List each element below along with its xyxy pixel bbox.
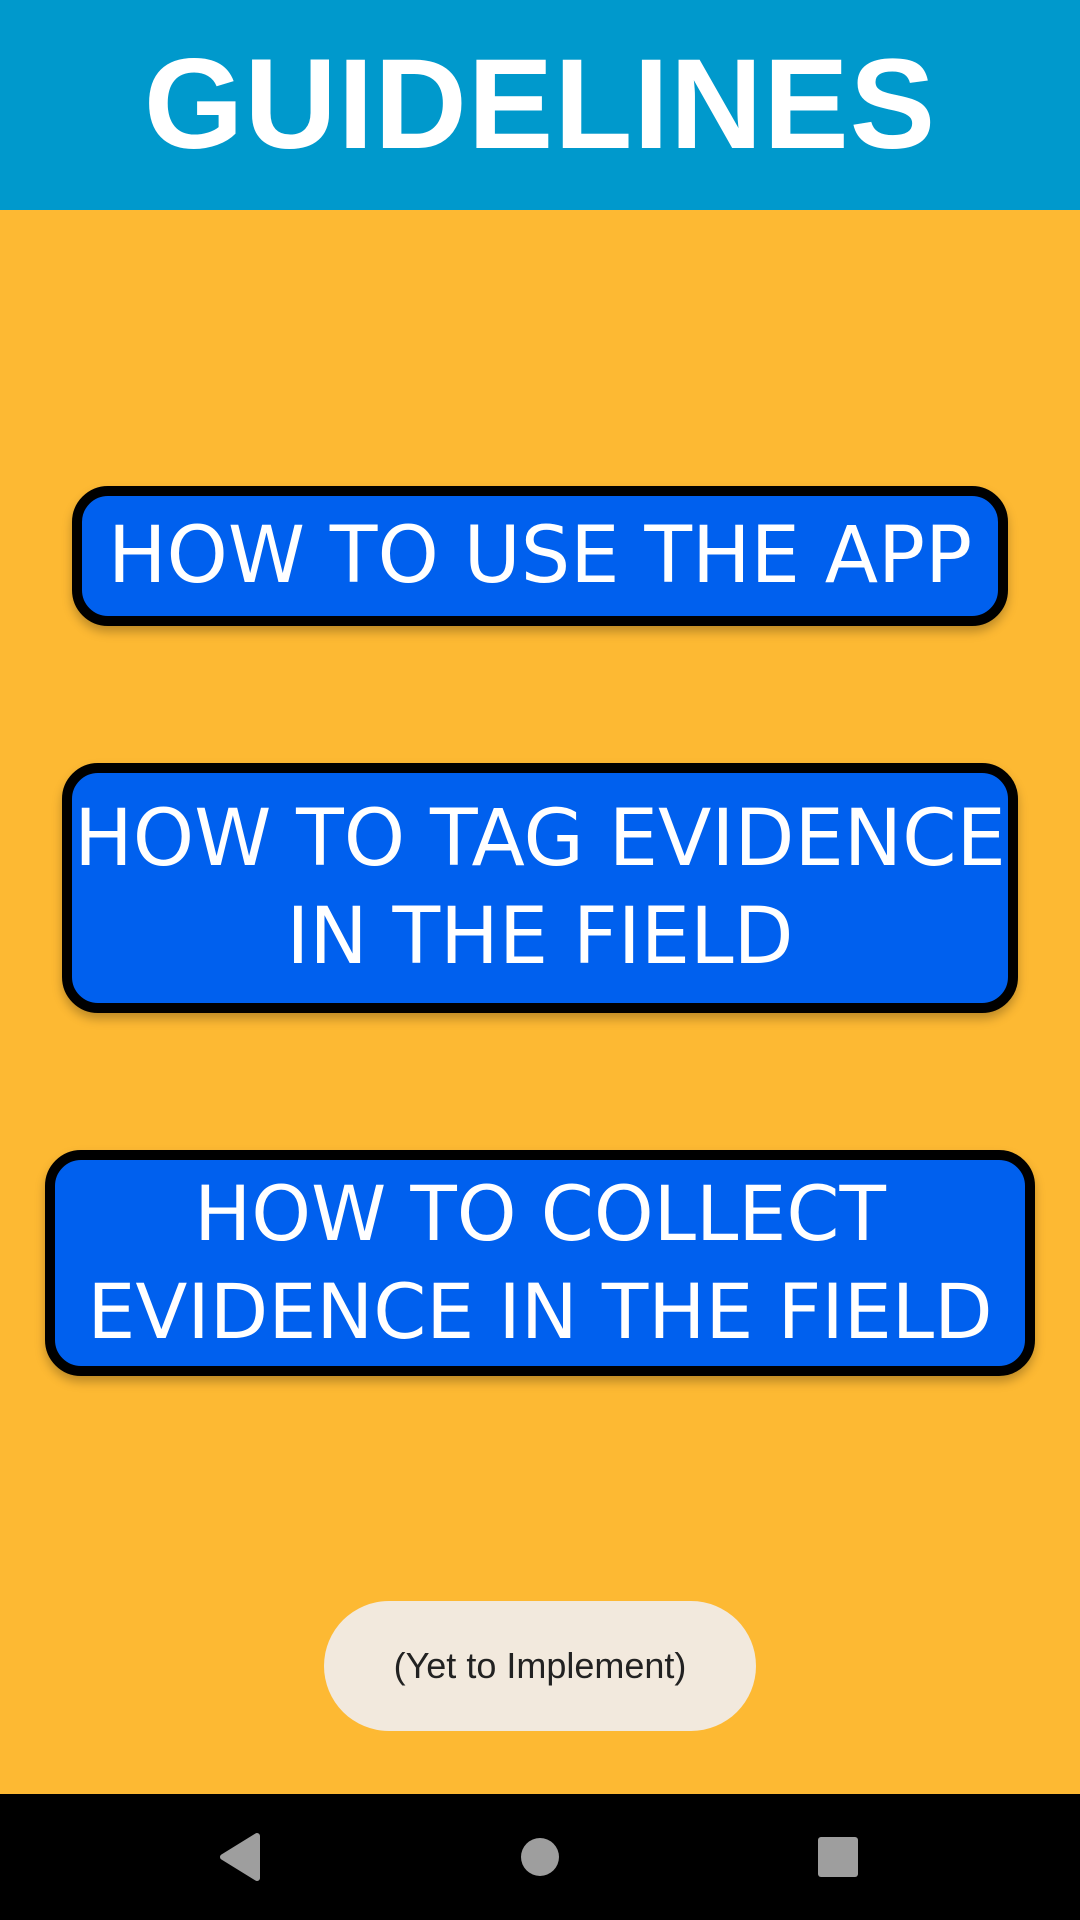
app-header: GUIDELINES <box>0 0 1080 210</box>
how-to-tag-evidence-button[interactable]: HOW TO TAG EVIDENCE IN THE FIELD <box>62 763 1018 1013</box>
recents-square-icon <box>818 1837 858 1877</box>
how-to-use-app-button[interactable]: HOW TO USE THE APP <box>72 486 1008 626</box>
toast-text: (Yet to Implement) <box>393 1645 687 1686</box>
page-title: GUIDELINES <box>143 33 937 176</box>
back-button[interactable] <box>177 1794 303 1920</box>
how-to-collect-evidence-button[interactable]: HOW TO COLLECT EVIDENCE IN THE FIELD <box>45 1150 1035 1376</box>
home-button[interactable] <box>477 1794 603 1920</box>
system-navigation-bar <box>0 1794 1080 1920</box>
guidelines-content: HOW TO USE THE APP HOW TO TAG EVIDENCE I… <box>0 210 1080 1794</box>
back-triangle-icon <box>220 1833 260 1881</box>
home-circle-icon <box>521 1838 559 1876</box>
recents-button[interactable] <box>775 1794 901 1920</box>
toast-message: (Yet to Implement) <box>324 1601 756 1731</box>
